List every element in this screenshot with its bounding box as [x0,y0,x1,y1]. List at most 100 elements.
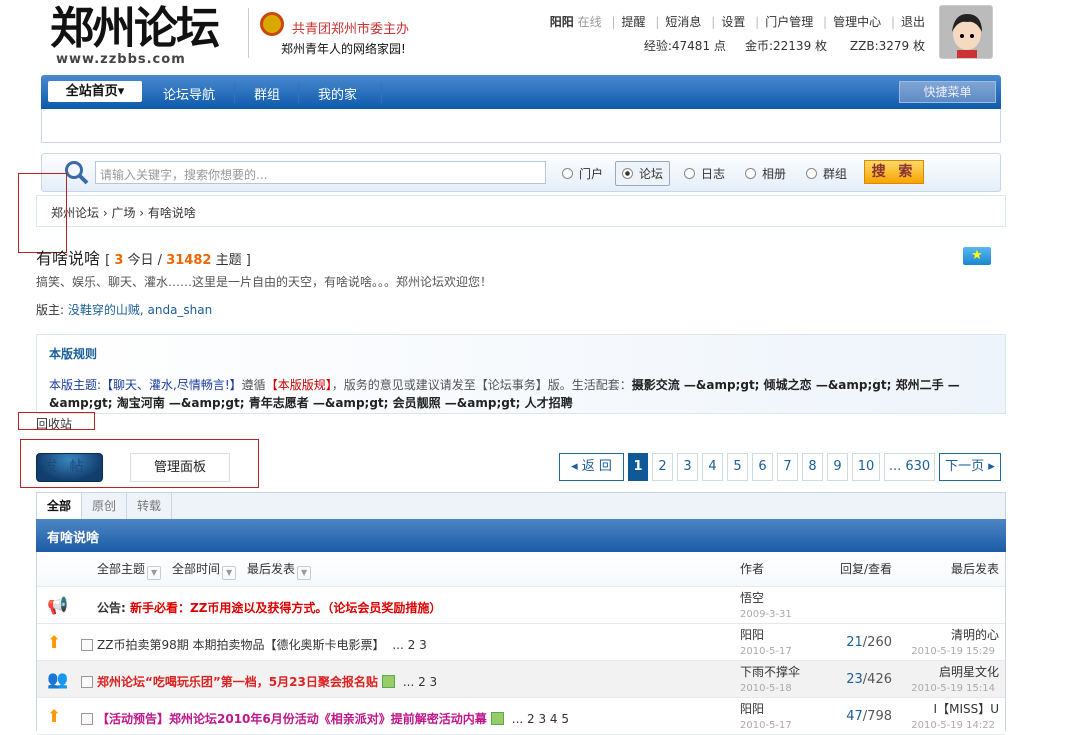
user-links: 阳阳 在线 | 提醒 | 短消息 | 设置 | 门户管理 | 管理中心 | 退出 [549,15,925,29]
page-5[interactable]: 5 [727,453,748,481]
last-poster[interactable]: 启明星文化 [939,663,999,680]
link-logout[interactable]: 退出 [901,15,925,29]
author[interactable]: 悟空 [740,589,764,606]
search-option-portal[interactable]: 门户 [562,165,603,182]
page-9[interactable]: 9 [827,453,848,481]
link-reminders[interactable]: 提醒 [622,15,646,29]
moderators: 版主: 没鞋穿的山贼, anda_shan [36,303,213,317]
quick-menu-button[interactable]: 快捷菜单 [899,81,996,103]
sub-nav [41,109,1001,143]
page-links[interactable]: ... 2 3 [392,638,426,652]
col-last-post: 最后发表 [950,562,999,576]
divider [248,8,249,58]
org-text: 共青团郑州市委主办 [292,22,410,37]
filter-time[interactable]: 全部时间 ▼ [172,560,237,580]
page-4[interactable]: 4 [702,453,723,481]
announcement-link[interactable]: 新手必看：ZZ币用途以及获得方式。（论坛会员奖励措施） [130,601,441,615]
hot-arrow-icon: ⬆ [47,633,62,653]
image-attachment-icon [490,712,504,725]
thread-link[interactable]: 郑州论坛“吃喝玩乐团”第一档，5月23日聚会报名贴 [97,675,378,689]
page-links[interactable]: ... 2 3 4 5 [512,712,569,726]
breadcrumb-plaza[interactable]: 广场 [111,206,135,220]
page-8[interactable]: 8 [802,453,823,481]
logo-url: www.zzbbs.com [56,52,186,67]
nav-forum-guide[interactable]: 论坛导航 [163,84,215,103]
favorite-star-button[interactable]: ★ [963,247,991,265]
exp: 经验:47481 点 [643,39,726,53]
logo[interactable]: 郑州论坛 [50,5,220,53]
table-title: 有啥说啥 [36,519,1006,552]
post-date: 2010-5-17 [740,646,792,657]
next-page-button[interactable]: 下一页 ▸ [939,453,1001,481]
user-stats: 经验:47481 点 金币:22139 枚 ZZB:3279 枚 [644,37,925,54]
search-option-album[interactable]: 相册 [745,165,786,182]
page-10[interactable]: 10 [852,453,880,481]
last-post-date[interactable]: 2010-5-19 14:22 [911,720,995,731]
replies-views: 21/260 [846,635,892,650]
main-nav: 全站首页▾ 论坛导航 群组 我的家 快捷菜单 [41,75,1001,109]
search-button[interactable]: 搜 索 [864,160,924,184]
search-icon [65,161,89,185]
page-3[interactable]: 3 [677,453,698,481]
search-option-forum[interactable]: 论坛 [615,161,671,186]
forum-title: 有啥说啥 [ 3 今日 / 31482 主题 ] [36,249,251,268]
group-icon: 👥 [47,670,69,690]
author[interactable]: 下雨不撑伞 [740,663,800,680]
annotation-box [18,173,67,253]
thread-link[interactable]: 【活动预告】郑州论坛2010年6月份活动《相亲派对》提前解密活动内幕 [97,712,487,726]
moderator-links[interactable]: 没鞋穿的山贼, anda_shan [68,303,212,317]
post-date: 2010-5-17 [740,720,792,731]
filter-sort[interactable]: 最后发表 ▼ [247,560,312,580]
forum-description: 搞笑、娱乐、聊天、灌水……这里是一片自由的天空，有啥说啥。。。郑州论坛欢迎您！ [36,275,493,289]
search-option-group[interactable]: 群组 [806,165,847,182]
page-last[interactable]: ... 630 [884,453,935,481]
last-poster[interactable]: I【MISS】U [934,700,999,717]
post-date: 2010-5-18 [740,683,792,694]
table-header-row: 全部主题 ▼ 全部时间 ▼ 最后发表 ▼ 作者 回复/查看 最后发表 [37,552,1005,587]
nav-groups[interactable]: 群组 [254,84,280,103]
back-button[interactable]: ◂ 返 回 [559,453,624,481]
page-1[interactable]: 1 [628,453,648,481]
page-7[interactable]: 7 [777,453,798,481]
link-messages[interactable]: 短消息 [665,15,701,29]
page-links[interactable]: ... 2 3 [403,675,437,689]
tab-original[interactable]: 原创 [82,493,127,519]
tab-all[interactable]: 全部 [37,493,82,519]
thread-link[interactable]: ZZ币拍卖第98期 本期拍卖物品【德化奥斯卡电影票】 [97,638,385,652]
link-settings[interactable]: 设置 [721,15,745,29]
image-attachment-icon [381,675,395,688]
link-portal-admin[interactable]: 门户管理 [765,15,813,29]
last-post-date[interactable]: 2010-5-19 15:14 [911,683,995,694]
search-input[interactable]: 请输入关键字，搜索你想要的... [95,161,546,184]
col-author: 作者 [740,562,765,576]
breadcrumb-current[interactable]: 有啥说啥 [148,206,196,220]
select-checkbox[interactable] [81,639,93,651]
table-row: ⬆ 【活动预告】郑州论坛2010年6月份活动《相亲派对》提前解密活动内幕 ... … [37,698,1005,735]
nav-my-home[interactable]: 我的家 [318,84,357,103]
replies-views: 47/798 [846,709,892,724]
filter-type[interactable]: 全部主题 ▼ [97,560,162,580]
select-checkbox[interactable] [81,676,93,688]
avatar[interactable] [939,5,993,59]
tab-repost[interactable]: 转载 [127,493,172,519]
last-poster[interactable]: 清明的心 [951,626,999,643]
author[interactable]: 阳阳 [740,700,764,717]
slogan: 郑州青年人的网络家园! [281,42,406,56]
zzb: ZZB:3279 枚 [849,39,925,53]
select-checkbox[interactable] [81,713,93,725]
thread-table: 全部主题 ▼ 全部时间 ▼ 最后发表 ▼ 作者 回复/查看 最后发表 📢 公告: 新手… [36,552,1006,735]
search-option-blog[interactable]: 日志 [684,165,725,182]
col-replies-views: 回复/查看 [840,562,893,576]
nav-home[interactable]: 全站首页▾ [48,81,142,102]
author[interactable]: 阳阳 [740,626,764,643]
page-6[interactable]: 6 [752,453,773,481]
breadcrumb: 郑州论坛 › 广场 › 有啥说啥 [36,195,1006,227]
link-admin-center[interactable]: 管理中心 [833,15,881,29]
thread-tabs: 全部 原创 转载 [36,492,1006,519]
annotation-box [18,412,95,430]
gold: 金币:22139 枚 [744,39,828,53]
rules-link[interactable]: 【本版版规】 [266,378,332,392]
username[interactable]: 阳阳 [550,15,574,29]
page-2[interactable]: 2 [652,453,673,481]
last-post-date[interactable]: 2010-5-19 15:29 [911,646,995,657]
